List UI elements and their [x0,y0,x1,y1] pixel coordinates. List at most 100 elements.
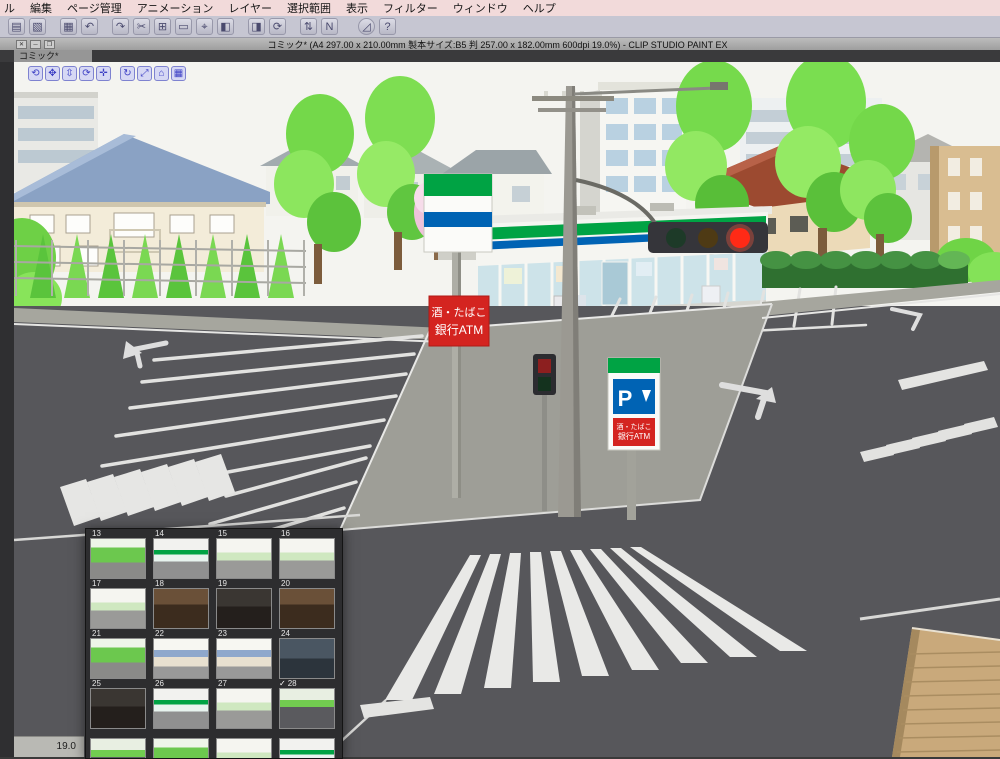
thumbnail-preview[interactable] [279,688,335,729]
3d-navigation-toolbar: ⟲ ✥ ⇳ ⟳ ✛ ↻ ⤢ ⌂ ▦ [28,66,186,81]
mask-right-icon[interactable]: ◨ [248,18,265,35]
material-thumbnail[interactable]: 20 [277,580,340,630]
thumbnail-number: 17 [92,579,101,588]
svg-text:酒・たばこ: 酒・たばこ [617,422,652,431]
material-thumbnail[interactable] [151,730,214,758]
snap-ruler-icon[interactable]: ◿ [358,18,375,35]
menu-item[interactable]: アニメーション [137,0,214,16]
material-thumbnail[interactable]: 26 [151,680,214,730]
help-icon[interactable]: ? [379,18,396,35]
paste-icon[interactable]: ⊞ [154,18,171,35]
material-thumbnail[interactable]: ✓ 28 [277,680,340,730]
maximize-button[interactable]: ❐ [44,39,55,49]
thumbnail-number: 25 [92,679,101,688]
close-button[interactable]: ✕ [16,39,27,49]
material-thumbnail[interactable]: 27 [214,680,277,730]
menu-item[interactable]: 選択範囲 [287,0,331,16]
thumbnail-preview[interactable] [153,538,209,579]
menu-item[interactable]: フィルター [383,0,438,16]
material-thumbnail[interactable]: 16 [277,530,340,580]
undo-icon[interactable]: ↶ [81,18,98,35]
zoom-level-readout: 19.0 [14,736,84,757]
hedge[interactable] [760,251,970,288]
rotate-icon[interactable]: ⟳ [269,18,286,35]
crop-icon[interactable]: ▭ [175,18,192,35]
mask-left-icon[interactable]: ◧ [217,18,234,35]
thumbnail-preview[interactable] [90,588,146,629]
material-thumbnail[interactable]: 24 [277,630,340,680]
svg-text:銀行ATM: 銀行ATM [618,431,651,441]
sign-green-band [424,174,492,196]
thumbnail-preview[interactable] [216,688,272,729]
object-move-icon[interactable]: ✛ [96,66,111,81]
home-view-icon[interactable]: ⌂ [154,66,169,81]
material-thumbnail[interactable] [214,730,277,758]
tab-comic[interactable]: コミック* [14,50,92,62]
tool-palette-edge [0,62,14,757]
thumbnail-preview[interactable] [90,538,146,579]
menu-item[interactable]: ページ管理 [67,0,122,16]
material-thumbnail[interactable]: 14 [151,530,214,580]
menu-item[interactable]: レイヤー [228,0,272,16]
thumbnail-preview[interactable] [90,738,146,758]
material-thumbnail[interactable]: 21 [88,630,151,680]
thumbnail-number: 20 [281,579,290,588]
material-thumbnail[interactable] [277,730,340,758]
material-thumbnail[interactable]: 18 [151,580,214,630]
menu-item[interactable]: 編集 [30,0,52,16]
thumbnail-preview[interactable] [279,738,335,758]
material-thumbnail[interactable]: 13 [88,530,151,580]
thumbnail-preview[interactable] [216,538,272,579]
thumbnail-preview[interactable] [279,588,335,629]
thumbnail-preview[interactable] [153,638,209,679]
swap-icon[interactable]: ⇅ [300,18,317,35]
thumbnail-number: 19 [218,579,227,588]
thumbnail-number: 14 [155,529,164,538]
menu-item[interactable]: 表示 [346,0,368,16]
material-thumbnail[interactable]: 23 [214,630,277,680]
menu-item[interactable]: ル [4,0,15,16]
menu-item[interactable]: ウィンドウ [453,0,508,16]
material-thumbnail-panel[interactable]: 13 14 15 16 17 18 19 20 21 22 23 24 25 2… [85,528,343,759]
camera-dolly-icon[interactable]: ⇳ [62,66,77,81]
material-thumbnail[interactable] [88,730,151,758]
material-thumbnail[interactable]: 15 [214,530,277,580]
thumbnail-number: 28 [287,679,297,688]
thumbnail-preview[interactable] [153,738,209,758]
save-icon[interactable]: ▦ [60,18,77,35]
thumbnail-preview[interactable] [216,638,272,679]
open-page-icon[interactable]: ▧ [29,18,46,35]
thumbnail-preview[interactable] [153,688,209,729]
thumbnail-preview[interactable] [153,588,209,629]
object-scale-icon[interactable]: ⤢ [137,66,152,81]
target-icon[interactable]: ⌖ [196,18,213,35]
thumbnail-preview[interactable] [216,738,272,758]
thumbnail-number: 15 [218,529,227,538]
material-thumbnail[interactable]: 22 [151,630,214,680]
cut-icon[interactable]: ✂ [133,18,150,35]
object-rotate-icon[interactable]: ↻ [120,66,135,81]
minimize-button[interactable]: ─ [30,39,41,49]
menu-item[interactable]: ヘルプ [523,0,556,16]
ped-signal-red [538,359,551,373]
thumbnail-preview[interactable] [90,688,146,729]
camera-pan-icon[interactable]: ✥ [45,66,60,81]
thumbnail-grid: 13 14 15 16 17 18 19 20 21 22 23 24 25 2… [86,529,342,758]
canvas-tab-bar: コミック* [0,50,1000,62]
material-thumbnail[interactable]: 17 [88,580,151,630]
thumbnail-preview[interactable] [279,538,335,579]
thumbnail-preview[interactable] [90,638,146,679]
redo-icon[interactable]: ↷ [112,18,129,35]
thumbnail-number: 21 [92,629,101,638]
new-page-icon[interactable]: ▤ [8,18,25,35]
window-title: コミック* (A4 297.00 x 210.00mm 製本サイズ:B5 判 2… [267,39,728,50]
thumbnail-preview[interactable] [216,588,272,629]
snap-normal-icon[interactable]: N [321,18,338,35]
camera-rotate-icon[interactable]: ⟲ [28,66,43,81]
camera-roll-icon[interactable]: ⟳ [79,66,94,81]
grid-icon[interactable]: ▦ [171,66,186,81]
thumbnail-preview[interactable] [279,638,335,679]
sign-text-line1: 酒・たばこ [432,306,487,319]
material-thumbnail[interactable]: 25 [88,680,151,730]
material-thumbnail[interactable]: 19 [214,580,277,630]
